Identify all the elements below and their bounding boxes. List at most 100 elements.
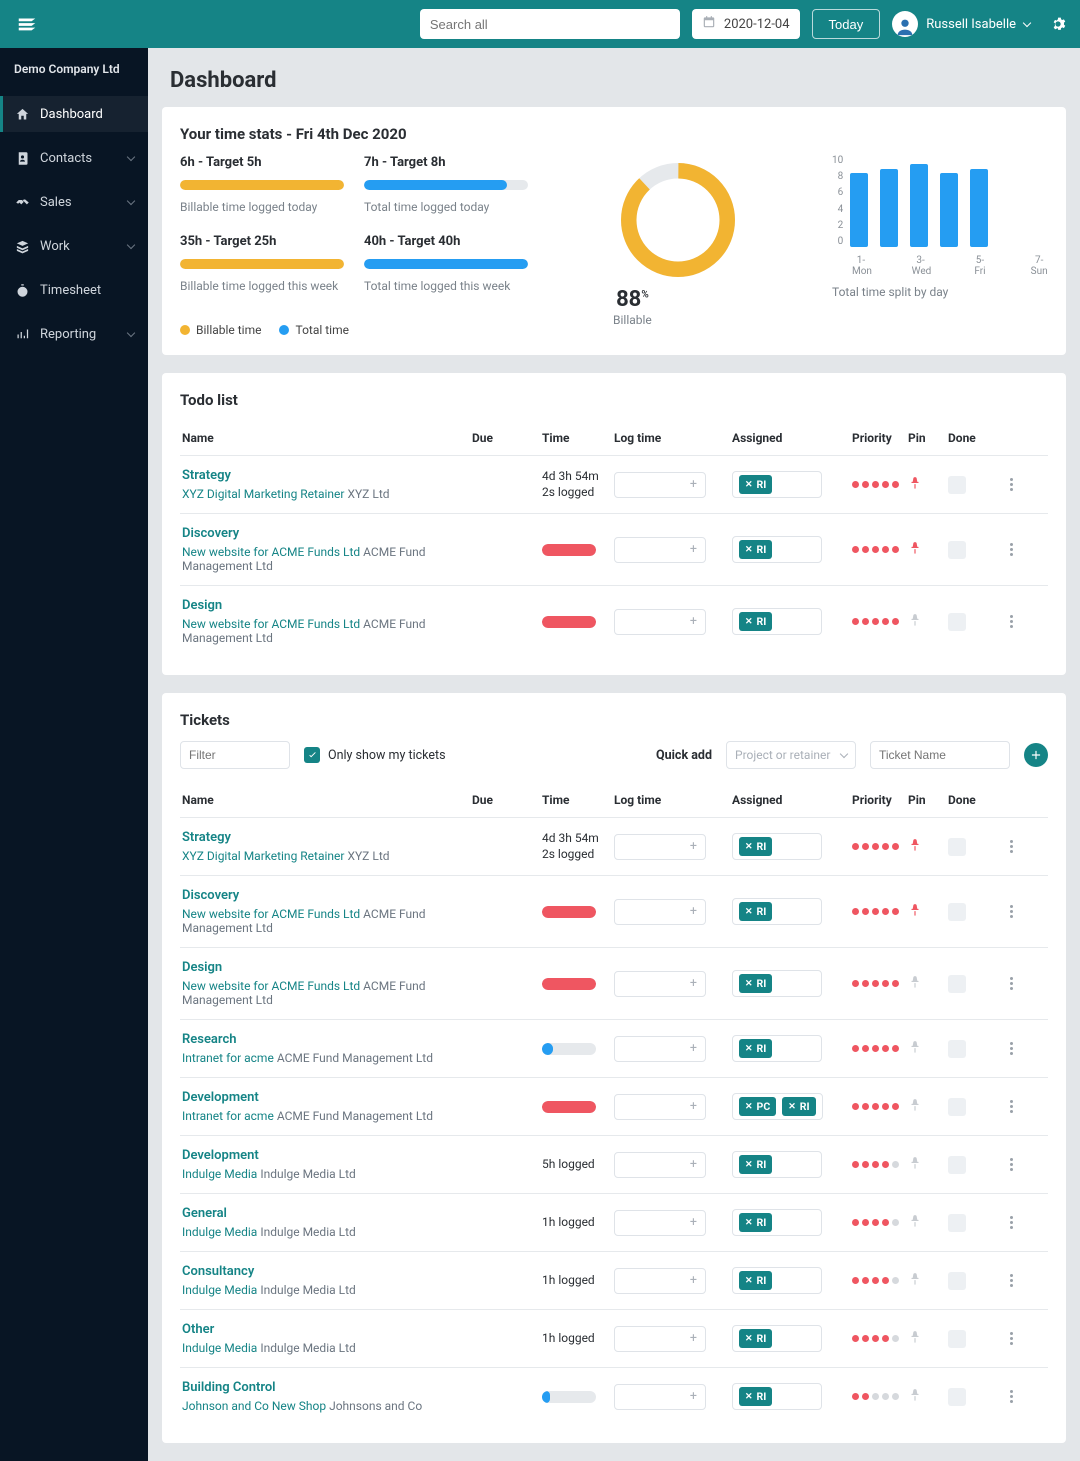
priority-indicator[interactable] [852,908,908,915]
sidebar-item-reporting[interactable]: Reporting [0,316,148,352]
assigned-picker[interactable]: ✕RI [732,608,822,635]
row-title[interactable]: Research [182,1032,472,1047]
pin-icon[interactable] [908,1388,948,1406]
pin-icon[interactable] [908,975,948,993]
done-checkbox[interactable] [948,613,966,631]
log-time-input[interactable]: + [614,834,706,860]
assigned-picker[interactable]: ✕PC ✕RI [732,1093,823,1120]
assigned-picker[interactable]: ✕RI [732,1383,822,1410]
sidebar-item-dashboard[interactable]: Dashboard [0,96,148,132]
row-menu[interactable] [998,1216,1024,1229]
log-time-input[interactable]: + [614,1326,706,1352]
done-checkbox[interactable] [948,1040,966,1058]
remove-icon[interactable]: ✕ [745,979,753,989]
row-menu[interactable] [998,977,1024,990]
remove-icon[interactable]: ✕ [788,1102,796,1112]
assigned-picker[interactable]: ✕RI [732,1209,822,1236]
remove-icon[interactable]: ✕ [745,842,753,852]
row-title[interactable]: Strategy [182,468,472,483]
row-menu[interactable] [998,1390,1024,1403]
remove-icon[interactable]: ✕ [745,617,753,627]
row-menu[interactable] [998,615,1024,628]
priority-indicator[interactable] [852,1219,908,1226]
row-menu[interactable] [998,543,1024,556]
brand-logo[interactable] [14,11,40,37]
assignee-chip[interactable]: ✕RI [739,1155,772,1174]
row-menu[interactable] [998,478,1024,491]
row-title[interactable]: Discovery [182,526,472,541]
sidebar-item-sales[interactable]: Sales [0,184,148,220]
row-title[interactable]: Building Control [182,1380,472,1395]
sidebar-item-contacts[interactable]: Contacts [0,140,148,176]
pin-icon[interactable] [908,1330,948,1348]
row-project-link[interactable]: Indulge Media [182,1341,257,1355]
row-project-link[interactable]: XYZ Digital Marketing Retainer [182,849,344,863]
project-select[interactable]: Project or retainer [726,741,856,769]
done-checkbox[interactable] [948,903,966,921]
log-time-input[interactable]: + [614,899,706,925]
remove-icon[interactable]: ✕ [745,480,753,490]
row-menu[interactable] [998,840,1024,853]
row-menu[interactable] [998,1100,1024,1113]
done-checkbox[interactable] [948,1330,966,1348]
tickets-filter[interactable] [180,741,290,769]
assignee-chip[interactable]: ✕RI [782,1097,815,1116]
row-title[interactable]: Development [182,1148,472,1163]
remove-icon[interactable]: ✕ [745,1392,753,1402]
assigned-picker[interactable]: ✕RI [732,1267,822,1294]
only-mine-toggle[interactable]: Only show my tickets [304,747,446,763]
assignee-chip[interactable]: ✕RI [739,1329,772,1348]
assignee-chip[interactable]: ✕RI [739,540,772,559]
assignee-chip[interactable]: ✕RI [739,1213,772,1232]
log-time-input[interactable]: + [614,1152,706,1178]
row-project-link[interactable]: New website for ACME Funds Ltd [182,907,360,921]
done-checkbox[interactable] [948,1098,966,1116]
ticket-name-input[interactable] [870,741,1010,769]
row-title[interactable]: Consultancy [182,1264,472,1279]
pin-icon[interactable] [908,1156,948,1174]
pin-icon[interactable] [908,541,948,559]
row-title[interactable]: Strategy [182,830,472,845]
done-checkbox[interactable] [948,541,966,559]
assigned-picker[interactable]: ✕RI [732,1151,822,1178]
assignee-chip[interactable]: ✕RI [739,475,772,494]
log-time-input[interactable]: + [614,1384,706,1410]
remove-icon[interactable]: ✕ [745,545,753,555]
assignee-chip[interactable]: ✕RI [739,974,772,993]
priority-indicator[interactable] [852,618,908,625]
done-checkbox[interactable] [948,1156,966,1174]
remove-icon[interactable]: ✕ [745,1218,753,1228]
remove-icon[interactable]: ✕ [745,1276,753,1286]
row-title[interactable]: General [182,1206,472,1221]
remove-icon[interactable]: ✕ [745,907,753,917]
row-project-link[interactable]: New website for ACME Funds Ltd [182,979,360,993]
assigned-picker[interactable]: ✕RI [732,471,822,498]
row-title[interactable]: Discovery [182,888,472,903]
row-project-link[interactable]: Intranet for acme [182,1109,274,1123]
log-time-input[interactable]: + [614,1268,706,1294]
assigned-picker[interactable]: ✕RI [732,970,822,997]
assignee-chip[interactable]: ✕RI [739,902,772,921]
priority-indicator[interactable] [852,980,908,987]
assigned-picker[interactable]: ✕RI [732,833,822,860]
sidebar-item-timesheet[interactable]: Timesheet [0,272,148,308]
log-time-input[interactable]: + [614,971,706,997]
log-time-input[interactable]: + [614,1210,706,1236]
done-checkbox[interactable] [948,1388,966,1406]
priority-indicator[interactable] [852,1277,908,1284]
pin-icon[interactable] [908,1098,948,1116]
search-input[interactable] [420,9,680,39]
row-project-link[interactable]: Indulge Media [182,1225,257,1239]
pin-icon[interactable] [908,1272,948,1290]
today-button[interactable]: Today [812,9,881,39]
row-project-link[interactable]: New website for ACME Funds Ltd [182,545,360,559]
row-project-link[interactable]: Intranet for acme [182,1051,274,1065]
priority-indicator[interactable] [852,1045,908,1052]
assigned-picker[interactable]: ✕RI [732,536,822,563]
pin-icon[interactable] [908,903,948,921]
remove-icon[interactable]: ✕ [745,1102,753,1112]
assignee-chip[interactable]: ✕PC [739,1097,776,1116]
pin-icon[interactable] [908,613,948,631]
log-time-input[interactable]: + [614,472,706,498]
pin-icon[interactable] [908,476,948,494]
